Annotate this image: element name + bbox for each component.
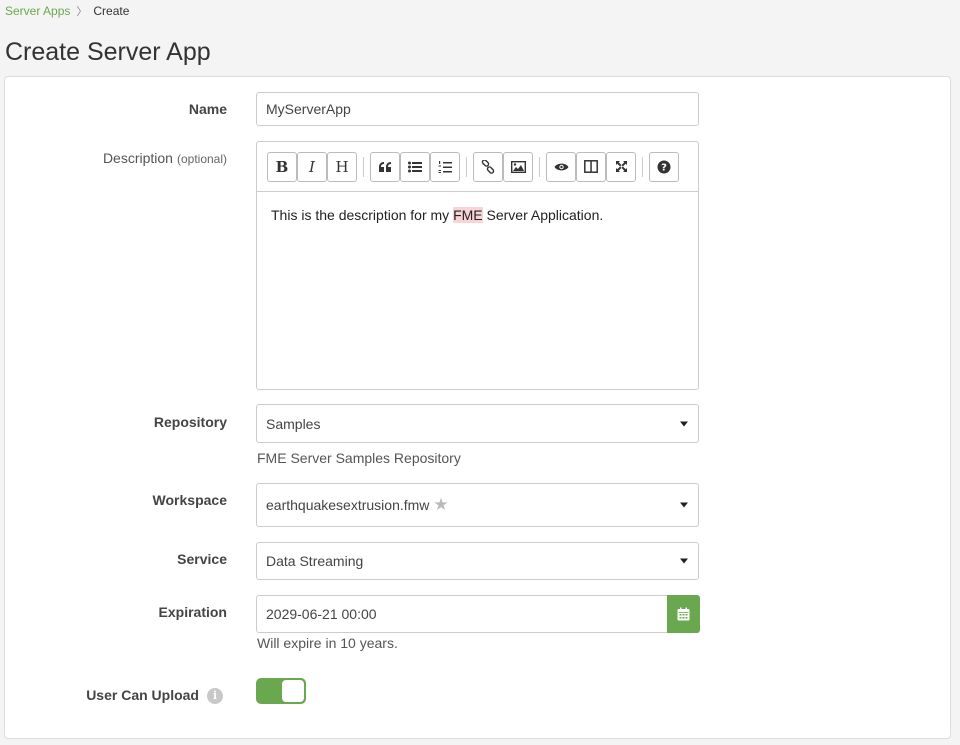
breadcrumb-server-apps-link[interactable]: Server Apps <box>5 4 70 18</box>
breadcrumb: Server Apps 〉 Create <box>5 3 129 19</box>
svg-text:?: ? <box>661 162 667 173</box>
user-can-upload-label: User Can Upload i <box>86 687 223 705</box>
name-label: Name <box>188 101 227 117</box>
description-label: Description (optional) <box>103 150 227 166</box>
fullscreen-button[interactable] <box>606 151 636 182</box>
link-icon <box>481 159 495 174</box>
calendar-button[interactable] <box>667 595 700 633</box>
workspace-select[interactable]: earthquakesextrusion.fmw ★ <box>256 483 699 527</box>
chevron-down-icon <box>680 558 688 564</box>
image-button[interactable] <box>503 151 533 182</box>
chevron-down-icon <box>680 502 688 508</box>
expiration-help-text: Will expire in 10 years. <box>257 635 398 651</box>
italic-button[interactable]: I <box>297 151 327 182</box>
toolbar-divider <box>363 156 364 177</box>
description-text-highlight: FME <box>453 207 483 223</box>
repository-select[interactable]: Samples <box>256 404 699 443</box>
service-label: Service <box>177 551 227 567</box>
breadcrumb-separator-icon: 〉 <box>76 6 88 18</box>
side-by-side-button[interactable] <box>576 151 606 182</box>
service-select[interactable]: Data Streaming <box>256 542 699 580</box>
numbered-list-button[interactable] <box>430 151 460 182</box>
description-optional-text: (optional) <box>176 152 227 166</box>
description-text-before: This is the description for my <box>271 207 454 223</box>
repository-help-text: FME Server Samples Repository <box>257 450 461 466</box>
breadcrumb-current: Create <box>93 4 130 18</box>
expiration-input-value: 2029-06-21 00:00 <box>266 606 377 622</box>
quote-icon <box>379 161 391 172</box>
description-editor: B I H ? This is the description for my F… <box>256 141 699 390</box>
description-label-text: Description <box>102 150 173 166</box>
workspace-select-value: earthquakesextrusion.fmw <box>266 497 430 513</box>
toolbar-divider <box>642 156 643 177</box>
name-input[interactable]: MyServerApp <box>256 92 699 126</box>
page-title: Create Server App <box>5 38 211 66</box>
toggle-knob <box>282 680 304 702</box>
toolbar-divider <box>539 156 540 177</box>
star-icon[interactable]: ★ <box>433 495 448 515</box>
bulleted-list-icon <box>408 161 422 172</box>
service-select-value: Data Streaming <box>266 553 364 569</box>
toolbar-divider <box>466 156 467 177</box>
eye-icon <box>554 163 568 170</box>
editor-toolbar: B I H ? <box>257 142 698 192</box>
repository-label: Repository <box>153 414 227 430</box>
help-button[interactable]: ? <box>649 151 679 182</box>
name-input-value: MyServerApp <box>266 101 351 117</box>
quote-button[interactable] <box>370 151 400 182</box>
description-text-after: Server Application. <box>482 207 604 223</box>
image-icon <box>510 160 526 173</box>
columns-icon <box>584 160 598 173</box>
preview-button[interactable] <box>546 151 576 182</box>
question-circle-icon: ? <box>657 160 671 173</box>
bold-button[interactable]: B <box>267 151 297 182</box>
expiration-label: Expiration <box>158 604 227 620</box>
fullscreen-icon <box>615 161 627 172</box>
user-can-upload-toggle[interactable] <box>256 678 306 704</box>
numbered-list-icon <box>438 160 452 173</box>
info-icon[interactable]: i <box>207 688 223 705</box>
description-editor-content[interactable]: This is the description for my FME Serve… <box>257 192 698 238</box>
workspace-label: Workspace <box>152 492 227 508</box>
calendar-icon <box>677 607 690 621</box>
bulleted-list-button[interactable] <box>400 151 430 182</box>
repository-select-value: Samples <box>266 415 321 432</box>
expiration-input[interactable]: 2029-06-21 00:00 <box>256 595 668 633</box>
heading-button[interactable]: H <box>327 151 357 182</box>
chevron-down-icon <box>680 421 688 426</box>
user-can-upload-label-text: User Can Upload <box>86 687 199 703</box>
link-button[interactable] <box>473 151 503 182</box>
